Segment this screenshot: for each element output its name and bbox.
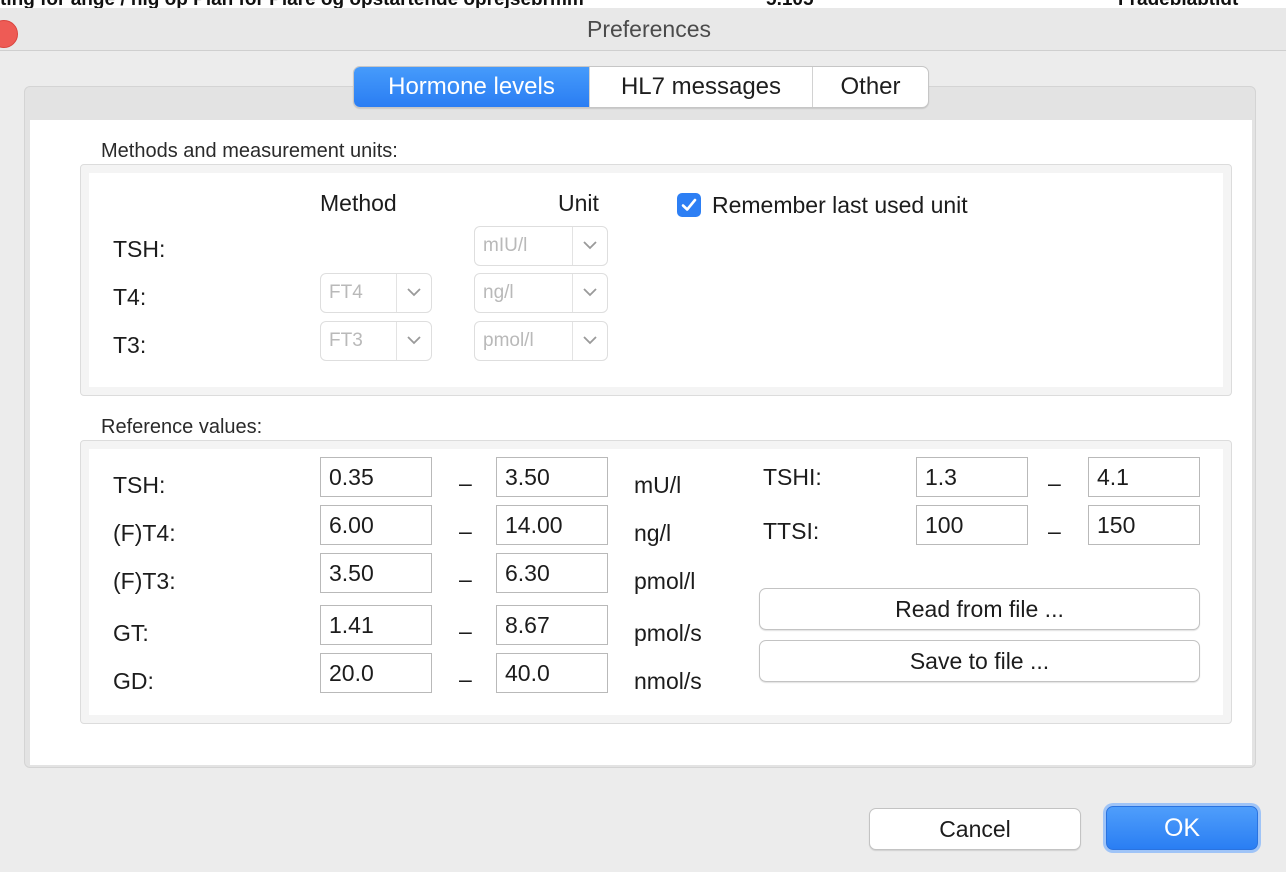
reference-section-label: Reference values: <box>101 416 263 438</box>
t4-method-select[interactable]: FT4 <box>320 273 432 313</box>
tsh-unit-label: mU/l <box>634 472 682 498</box>
cancel-button[interactable]: Cancel <box>869 808 1081 850</box>
t4-unit-value: ng/l <box>483 282 514 303</box>
read-from-file-button[interactable]: Read from file ... <box>759 588 1200 630</box>
ft3-unit-label: pmol/l <box>634 568 696 594</box>
t3-method-select[interactable]: FT3 <box>320 321 432 361</box>
gd-low-input[interactable] <box>320 653 432 693</box>
background-window-text: ting for ange / hig op Plan for Plare og… <box>0 0 584 8</box>
tsh-high-input[interactable] <box>496 457 608 497</box>
t3-method-value: FT3 <box>329 330 363 351</box>
reference-row-label-gd: GD: <box>113 668 154 694</box>
methods-group <box>80 164 1232 396</box>
range-dash: – <box>459 518 472 544</box>
reference-row-label-ft4: (F)T4: <box>113 520 176 546</box>
ft3-low-input[interactable] <box>320 553 432 593</box>
ft4-low-input[interactable] <box>320 505 432 545</box>
ft4-unit-label: ng/l <box>634 520 672 546</box>
method-row-label-t3: T3: <box>113 332 147 358</box>
method-row-label-t4: T4: <box>113 284 147 310</box>
range-dash: – <box>459 566 472 592</box>
gd-unit-label: nmol/s <box>634 668 702 694</box>
gt-high-input[interactable] <box>496 605 608 645</box>
methods-section-label: Methods and measurement units: <box>101 140 398 162</box>
ttsi-high-input[interactable] <box>1088 505 1200 545</box>
checkmark-icon <box>681 198 697 211</box>
range-dash: – <box>459 470 472 496</box>
tsh-unit-select[interactable]: mIU/l <box>474 226 608 266</box>
background-window-text-2: 5.105 <box>766 0 814 8</box>
window-title: Preferences <box>586 16 711 42</box>
range-dash: – <box>459 618 472 644</box>
chevron-down-icon <box>396 274 431 312</box>
unit-column-header: Unit <box>558 190 599 216</box>
ft3-high-input[interactable] <box>496 553 608 593</box>
save-to-file-button[interactable]: Save to file ... <box>759 640 1200 682</box>
method-column-header: Method <box>320 190 397 216</box>
range-dash: – <box>1048 470 1061 496</box>
chevron-down-icon <box>572 227 607 265</box>
t4-method-value: FT4 <box>329 282 363 303</box>
tab-hl7-messages[interactable]: HL7 messages <box>590 67 813 107</box>
range-dash: – <box>1048 518 1061 544</box>
background-window-strip: ting for ange / hig op Plan for Plare og… <box>0 0 1286 8</box>
ttsi-low-input[interactable] <box>916 505 1028 545</box>
background-window-text-3: Fradeblabtidt <box>1118 0 1238 8</box>
remember-unit-label: Remember last used unit <box>712 192 968 218</box>
ok-button[interactable]: OK <box>1106 806 1258 850</box>
reference-row-label-ft3: (F)T3: <box>113 568 176 594</box>
tab-bar: Hormone levels HL7 messages Other <box>353 66 929 108</box>
t3-unit-select[interactable]: pmol/l <box>474 321 608 361</box>
chevron-down-icon <box>572 274 607 312</box>
gt-low-input[interactable] <box>320 605 432 645</box>
gd-high-input[interactable] <box>496 653 608 693</box>
tab-hormone-levels[interactable]: Hormone levels <box>354 67 590 107</box>
reference-row-label-tsh: TSH: <box>113 472 166 498</box>
chevron-down-icon <box>572 322 607 360</box>
tab-other[interactable]: Other <box>813 67 928 107</box>
reference-row-label-ttsi: TTSI: <box>763 518 820 544</box>
gt-unit-label: pmol/s <box>634 620 702 646</box>
method-row-label-tsh: TSH: <box>113 236 166 262</box>
reference-row-label-tshi: TSHI: <box>763 464 822 490</box>
remember-unit-checkbox[interactable] <box>677 193 701 217</box>
tsh-unit-value: mIU/l <box>483 235 528 256</box>
ft4-high-input[interactable] <box>496 505 608 545</box>
chevron-down-icon <box>396 322 431 360</box>
reference-row-label-gt: GT: <box>113 620 149 646</box>
tsh-low-input[interactable] <box>320 457 432 497</box>
tshi-low-input[interactable] <box>916 457 1028 497</box>
t4-unit-select[interactable]: ng/l <box>474 273 608 313</box>
tshi-high-input[interactable] <box>1088 457 1200 497</box>
range-dash: – <box>459 666 472 692</box>
t3-unit-value: pmol/l <box>483 330 534 351</box>
